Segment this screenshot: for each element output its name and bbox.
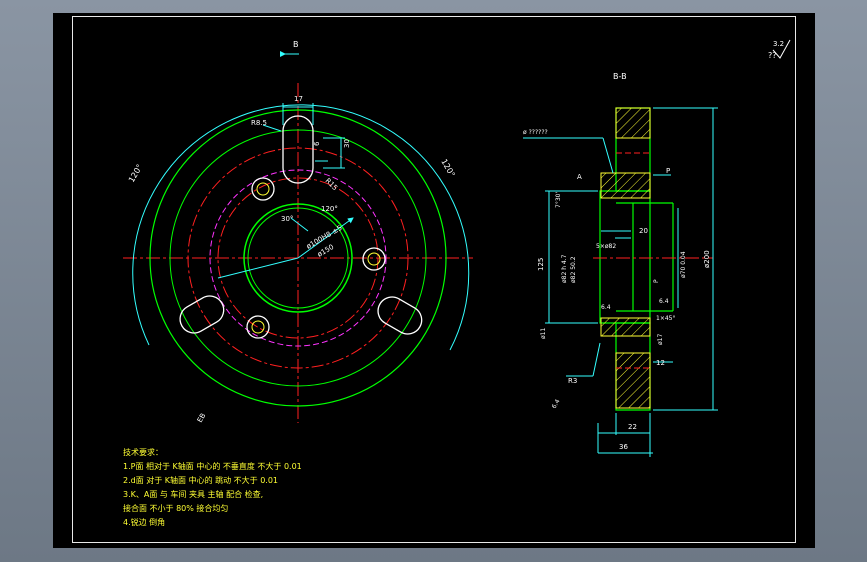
dim-slot-width: 17: [294, 95, 303, 103]
notes-heading: 技术要求：: [123, 447, 163, 457]
section-top-note: ø ??????: [523, 129, 548, 136]
section-d11: ø11: [540, 328, 547, 339]
section-width-20: 20: [639, 227, 648, 235]
section-height-125: 125: [537, 258, 545, 271]
technical-notes: 技术要求： 1.P面 相对于 K轴面 中心的 不垂直度 不大于 0.01 2.d…: [123, 447, 302, 527]
angle-30-line: [290, 217, 309, 232]
drawing-viewport[interactable]: B 17 R8.5 6 30 R15 30° 120° ø100H8 ±5 ø1…: [53, 13, 815, 548]
right-slot: [377, 296, 423, 335]
dim-angle-120: 120°: [321, 205, 338, 213]
drawing-canvas: B 17 R8.5 6 30 R15 30° 120° ø100H8 ±5 ø1…: [123, 39, 791, 527]
dim-slot-depth: 6: [313, 141, 321, 146]
notes-line-5: 4.锐边 倒角: [123, 517, 165, 527]
section-dia-left-2: ø82 50.2: [570, 256, 577, 283]
section-w12: 12: [656, 359, 665, 367]
section-rough-right: 6.4: [659, 298, 669, 305]
dim-angle-30: 30°: [281, 215, 293, 223]
dim-slot-radius: R8.5: [251, 119, 267, 127]
top-slot: [282, 115, 314, 184]
dimension-radial-line: [217, 257, 299, 279]
outer-arc-dimension: [132, 104, 470, 351]
section-rough-bottom: 6.4: [551, 398, 562, 410]
section-p-label: P: [653, 279, 660, 283]
corner-label: EB: [196, 412, 208, 424]
dim-slot-length: 30: [343, 139, 351, 148]
section-label-a: A: [577, 173, 582, 181]
notes-line-4: 接合面 不小于 80% 接合均匀: [123, 503, 228, 513]
section-w36: 36: [619, 443, 628, 451]
notes-line-1: 1.P面 相对于 K轴面 中心的 不垂直度 不大于 0.01: [123, 461, 302, 471]
dim-bolt-circle: ø150: [316, 243, 335, 259]
section-d17: ø17: [657, 334, 664, 345]
roughness-corner: 3.2: [773, 40, 784, 48]
section-dia-left-1: ø82 h 4.7: [561, 254, 568, 283]
section-thread: 5×ø82: [596, 243, 616, 250]
view-marker-b: B: [293, 40, 299, 49]
dim-angle-120-right: 120°: [439, 158, 456, 179]
section-w22: 22: [628, 423, 637, 431]
section-label-p: P: [666, 167, 670, 175]
section-dia-200: ø200: [703, 250, 711, 268]
section-angle-note: 7°30': [555, 192, 562, 208]
section-title: B-B: [613, 72, 627, 81]
section-view: B-B ?? 3.2 ø ?????? 7°30' A P 20 5×ø82 ø…: [523, 39, 791, 457]
section-chamfer: 1×45°: [656, 315, 675, 322]
section-rough-left: 6.4: [601, 304, 611, 311]
notes-line-2: 2.d面 对于 K轴面 中心的 跳动 不大于 0.01: [123, 475, 278, 485]
plan-view: B 17 R8.5 6 30 R15 30° 120° ø100H8 ±5 ø1…: [123, 40, 473, 424]
section-dia-right: ø70 0.04: [680, 251, 687, 278]
dim-angle-120-left: 120°: [127, 163, 144, 184]
notes-line-3: 3.K、A面 与 车间 夹具 主轴 配合 检查,: [123, 489, 263, 499]
section-r3: R3: [568, 377, 577, 385]
